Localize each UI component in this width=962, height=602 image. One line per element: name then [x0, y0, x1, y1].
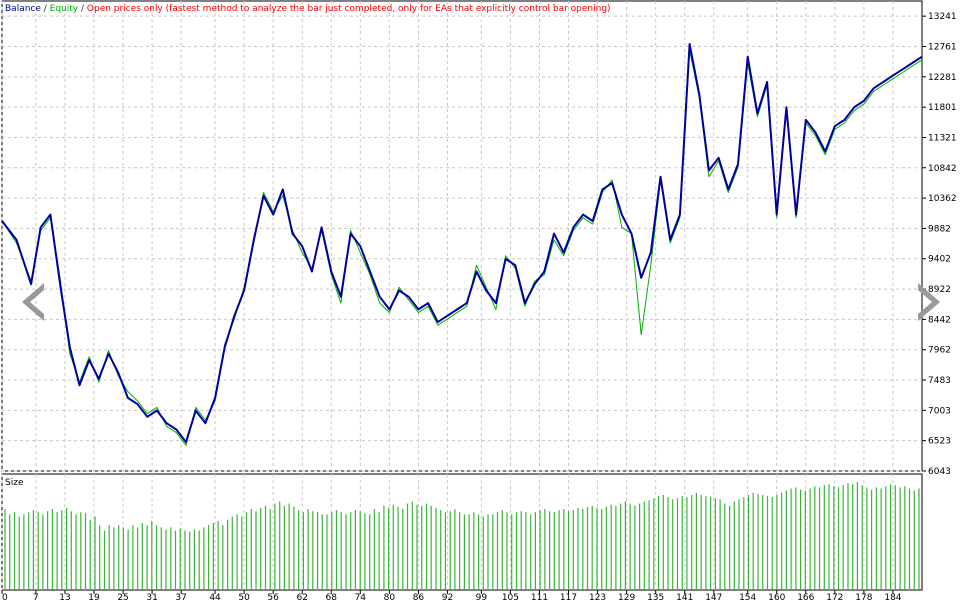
x-tick-label: 44: [209, 593, 221, 602]
main-panel: 6043 6523 7003 7483 7962 8442 8922 9402 9882 1036…: [1, 0, 957, 477]
x-tick-label: 172: [826, 593, 843, 602]
x-tick-label: 111: [531, 593, 548, 602]
y-axis: 6043 6523 7003 7483 7962 8442 8922 9402 9882 1036…: [922, 12, 957, 477]
y-tick-label: 7003: [928, 406, 951, 416]
x-tick-label: 147: [705, 593, 722, 602]
x-tick-label: 92: [442, 593, 453, 602]
mode-text: Open prices only (fastest method to anal…: [87, 4, 611, 14]
x-tick-label: 135: [647, 593, 664, 602]
y-tick-label: 13241: [928, 12, 957, 22]
x-tick-label: 0: [2, 593, 8, 602]
backtest-report-chart: 6043 6523 7003 7483 7962 8442 8922 9402 9882 1036…: [1, 0, 957, 602]
y-tick-label: 12761: [928, 42, 957, 52]
legend-header: Balance / Equity / Open prices only (fas…: [5, 4, 611, 14]
x-tick-label: 25: [117, 593, 128, 602]
x-tick-label: 166: [797, 593, 814, 602]
y-tick-label: 6523: [928, 437, 951, 447]
x-tick-label: 62: [296, 593, 307, 602]
y-tick-label: 10842: [928, 164, 957, 174]
legend-sep-1: /: [41, 4, 50, 14]
x-tick-label: 50: [238, 593, 250, 602]
x-tick-label: 56: [267, 593, 279, 602]
x-tick-label: 141: [676, 593, 693, 602]
legend-balance: Balance: [5, 4, 41, 14]
legend-equity: Equity: [50, 4, 79, 14]
x-tick-label: 160: [768, 593, 785, 602]
y-tick-label: 12281: [928, 73, 957, 83]
legend-sep-2: /: [78, 4, 87, 14]
y-tick-label: 9402: [928, 255, 951, 265]
x-tick-label: 74: [355, 593, 367, 602]
x-tick-label: 154: [739, 593, 756, 602]
size-plot-area: [1, 473, 923, 591]
x-tick-label: 19: [88, 593, 100, 602]
y-tick-label: 11321: [928, 133, 957, 143]
x-tick-label: 37: [175, 593, 186, 602]
size-panel-title: Size: [5, 478, 24, 488]
size-panel: Size: [1, 473, 923, 591]
x-tick-label: 129: [618, 593, 635, 602]
main-plot-area: [1, 0, 923, 472]
y-tick-label: 6043: [928, 467, 951, 477]
x-tick-label: 7: [33, 593, 39, 602]
x-tick-label: 31: [146, 593, 157, 602]
y-tick-label: 9882: [928, 224, 951, 234]
x-tick-label: 123: [589, 593, 606, 602]
x-tick-label: 184: [884, 593, 901, 602]
y-tick-label: 7483: [928, 376, 951, 386]
x-axis: 0 7 13 19 25 31 37 44 50 56 62 68 74 80 86 92 99 105 111 11…: [1, 590, 902, 602]
x-tick-label: 13: [59, 593, 70, 602]
x-tick-label: 178: [855, 593, 872, 602]
y-tick-label: 11801: [928, 103, 957, 113]
x-tick-label: 99: [476, 593, 488, 602]
x-tick-label: 80: [384, 593, 396, 602]
y-tick-label: 10362: [928, 194, 957, 204]
x-tick-label: 105: [502, 593, 519, 602]
x-tick-label: 86: [413, 593, 425, 602]
y-tick-label: 8922: [928, 285, 951, 295]
x-tick-label: 117: [560, 593, 577, 602]
y-tick-label: 7962: [928, 346, 951, 356]
y-tick-label: 8442: [928, 315, 951, 325]
x-tick-label: 68: [326, 593, 338, 602]
svg-text:Balance / Equity / Open prices: Balance / Equity / Open prices only (fas…: [5, 4, 611, 14]
